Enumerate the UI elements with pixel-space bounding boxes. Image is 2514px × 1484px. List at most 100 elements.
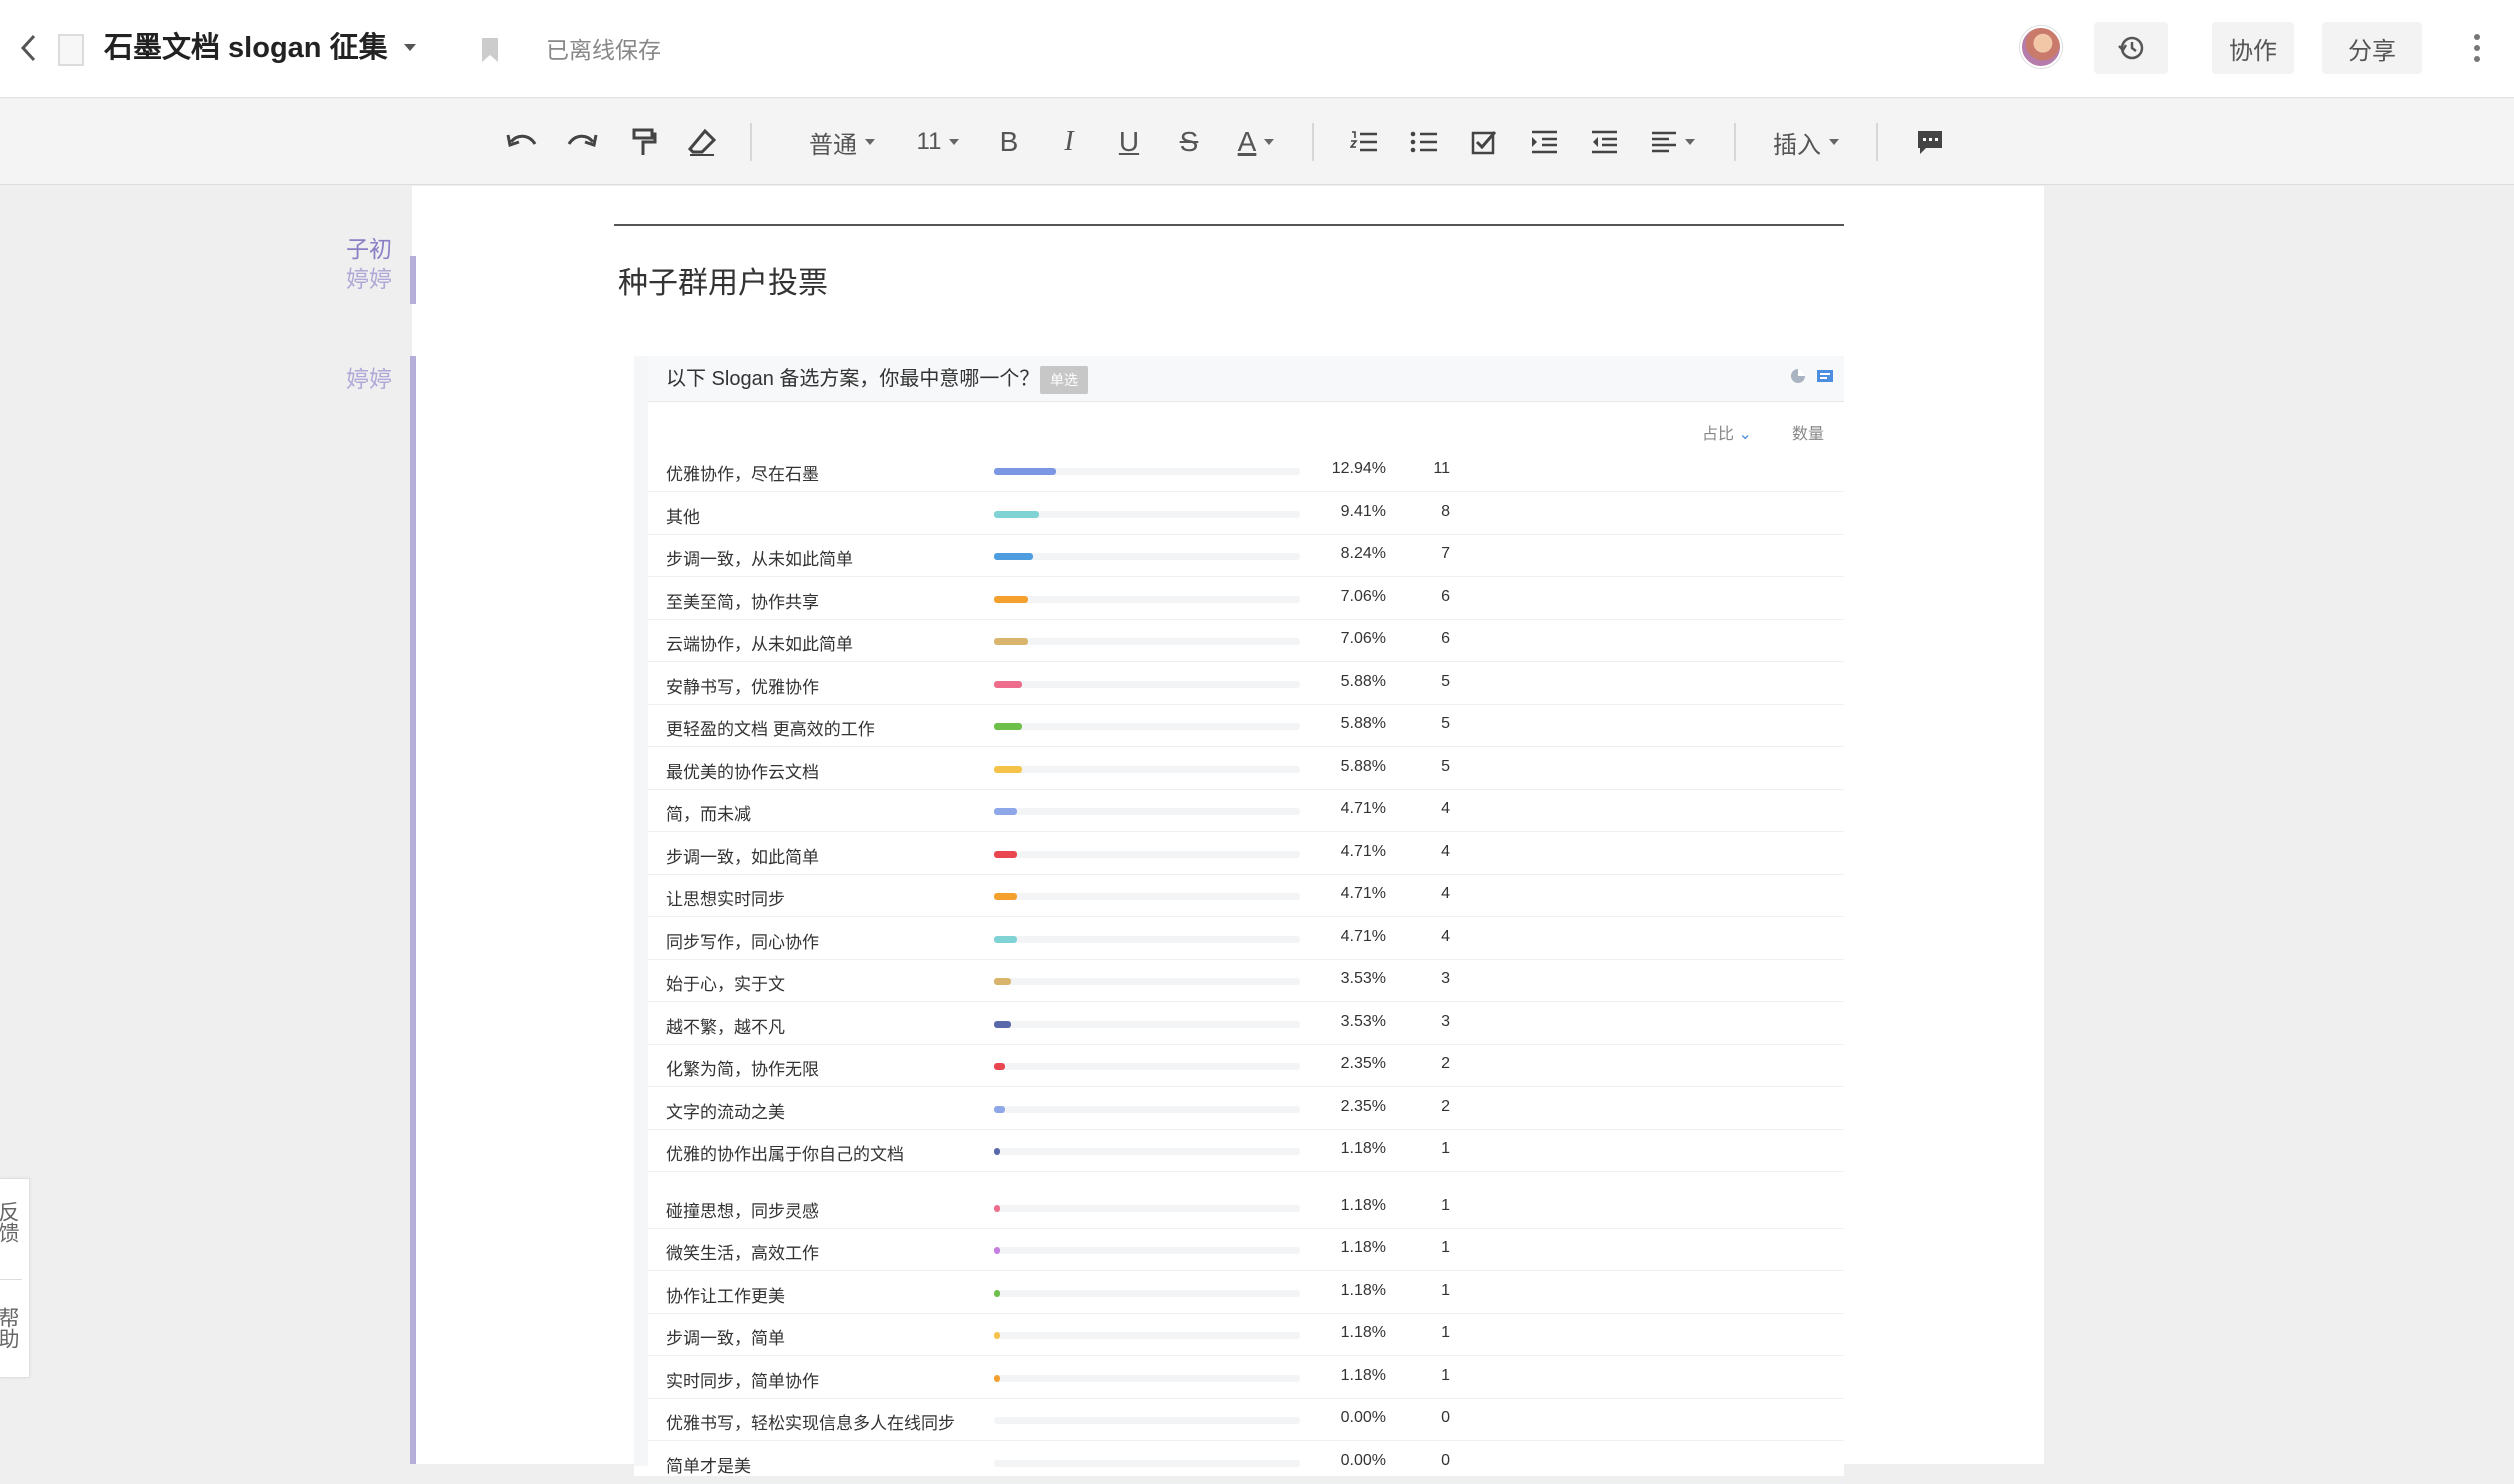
poll-option-label: 越不繁，越不凡 <box>666 1017 785 1037</box>
poll-option-row[interactable]: 步调一致，简单 1.18% 1 <box>648 1314 1844 1356</box>
paragraph-style-label: 普通 <box>809 131 857 159</box>
more-options-icon[interactable] <box>2462 28 2492 68</box>
poll-option-bar <box>994 935 1017 943</box>
section-heading[interactable]: 种子群用户投票 <box>618 258 828 302</box>
pie-chart-icon[interactable] <box>1790 368 1806 384</box>
poll-option-row[interactable]: 更轻盈的文档 更高效的工作 5.88% 5 <box>648 705 1844 747</box>
font-size-select[interactable]: 11 <box>908 121 968 163</box>
underline-icon[interactable]: U <box>1112 121 1146 163</box>
poll-option-row[interactable]: 让思想实时同步 4.71% 4 <box>648 875 1844 917</box>
poll-option-row[interactable]: 云端协作，从未如此简单 7.06% 6 <box>648 620 1844 662</box>
poll-option-label: 简，而未减 <box>666 805 751 824</box>
italic-icon[interactable]: I <box>1052 121 1086 163</box>
toolbar-divider <box>1312 123 1314 161</box>
poll-option-row[interactable]: 越不繁，越不凡 3.53% 3 <box>648 1003 1844 1045</box>
comment-author[interactable]: 婷婷 <box>212 264 392 294</box>
poll-option-count: 3 <box>1441 970 1450 987</box>
comment-icon[interactable] <box>1912 121 1948 163</box>
indent-icon[interactable] <box>1526 121 1562 163</box>
poll-option-row[interactable]: 协作让工作更美 1.18% 1 <box>648 1272 1844 1314</box>
comment-author[interactable]: 婷婷 <box>212 364 392 394</box>
document-page[interactable]: 种子群用户投票 以下 Slogan 备选方案，你最中意哪一个？ 单选 占比 ⌄ … <box>412 186 2044 1484</box>
poll-option-row[interactable]: 化繁为简，协作无限 2.35% 2 <box>648 1045 1844 1087</box>
poll-left-strip <box>634 356 648 1466</box>
poll-option-row[interactable]: 微笑生活，高效工作 1.18% 1 <box>648 1229 1844 1271</box>
poll-header: 以下 Slogan 备选方案，你最中意哪一个？ 单选 <box>648 356 1844 402</box>
poll-option-bar <box>994 510 1040 518</box>
poll-option-row[interactable]: 始于心，实于文 3.53% 3 <box>648 960 1844 1002</box>
poll-option-count: 7 <box>1441 545 1450 562</box>
poll-option-label: 简单才是美 <box>666 1456 751 1476</box>
ordered-list-icon[interactable] <box>1346 121 1382 163</box>
strikethrough-icon[interactable]: S <box>1172 121 1206 163</box>
poll-option-bar <box>994 680 1023 688</box>
poll-option-row[interactable]: 优雅协作，尽在石墨 12.94% 11 <box>648 450 1844 492</box>
poll-option-label: 同步写作，同心协作 <box>666 932 819 952</box>
poll-option-row[interactable]: 至美至简，协作共享 7.06% 6 <box>648 578 1844 620</box>
poll-option-count: 1 <box>1441 1196 1450 1214</box>
bookmark-icon[interactable] <box>478 34 502 66</box>
poll-option-row[interactable]: 简单才是美 0.00% 0 <box>648 1442 1844 1484</box>
percentage-column-label: 占比 <box>1702 426 1735 443</box>
poll-option-row[interactable]: 安静书写，优雅协作 5.88% 5 <box>648 663 1844 705</box>
title-dropdown-icon[interactable] <box>398 36 422 60</box>
feedback-tab[interactable]: 反馈 帮助 <box>0 1178 30 1378</box>
comment-author[interactable]: 子初 <box>212 234 392 264</box>
checklist-icon[interactable] <box>1466 121 1502 163</box>
clear-format-icon[interactable] <box>684 121 720 163</box>
text-color-icon[interactable]: A <box>1232 121 1280 163</box>
poll-option-label: 步调一致，简单 <box>666 1329 785 1348</box>
poll-option-row[interactable]: 优雅的协作出属于你自己的文档 1.18% 1 <box>648 1130 1844 1172</box>
help-link[interactable]: 帮助 <box>0 1297 22 1359</box>
comment-marker[interactable] <box>410 356 416 1464</box>
paragraph-style-select[interactable]: 普通 <box>796 121 888 163</box>
document-title[interactable]: 石墨文档 slogan 征集 <box>104 26 388 70</box>
poll-option-label: 步调一致，从未如此简单 <box>666 550 853 569</box>
align-select[interactable] <box>1646 121 1700 163</box>
poll-option-bar <box>994 1374 1000 1382</box>
poll-option-count: 6 <box>1441 587 1450 605</box>
poll-option-bar <box>994 1020 1011 1028</box>
poll-option-row[interactable]: 实时同步，简单协作 1.18% 1 <box>648 1357 1844 1399</box>
format-painter-icon[interactable] <box>626 121 662 163</box>
poll-option-bar-track <box>994 723 1300 730</box>
outdent-icon[interactable] <box>1586 121 1622 163</box>
redo-icon[interactable] <box>562 121 602 163</box>
insert-menu[interactable]: 插入 <box>1766 121 1846 163</box>
poll-option-bar-track <box>994 468 1300 475</box>
poll-option-row[interactable]: 碰撞思想，同步灵感 1.18% 1 <box>648 1187 1844 1229</box>
poll-option-label: 碰撞思想，同步灵感 <box>666 1201 819 1221</box>
bold-icon[interactable]: B <box>992 121 1026 163</box>
poll-option-count: 2 <box>1441 1097 1450 1115</box>
poll-option-row[interactable]: 步调一致，从未如此简单 8.24% 7 <box>648 535 1844 577</box>
feedback-link[interactable]: 反馈 <box>0 1191 22 1253</box>
poll-option-row[interactable]: 文字的流动之美 2.35% 2 <box>648 1088 1844 1130</box>
undo-icon[interactable] <box>502 121 542 163</box>
poll-option-row[interactable]: 最优美的协作云文档 5.88% 5 <box>648 748 1844 790</box>
poll-option-row[interactable]: 同步写作，同心协作 4.71% 4 <box>648 918 1844 960</box>
poll-option-bar <box>994 978 1011 985</box>
back-arrow-icon[interactable] <box>14 28 44 68</box>
chevron-down-icon <box>1264 139 1275 145</box>
poll-option-row[interactable]: 优雅书写，轻松实现信息多人在线同步 0.00% 0 <box>648 1399 1844 1441</box>
poll-option-row[interactable]: 简，而未减 4.71% 4 <box>648 790 1844 832</box>
poll-option-count: 5 <box>1441 715 1450 732</box>
share-button[interactable]: 分享 <box>2322 22 2422 74</box>
comment-marker[interactable] <box>410 256 416 304</box>
poll-option-bar <box>994 765 1023 773</box>
poll-option-count: 4 <box>1441 800 1450 817</box>
poll-option-bar-track <box>994 1063 1300 1070</box>
user-avatar[interactable] <box>2020 26 2062 68</box>
percentage-column-header[interactable]: 占比 ⌄ <box>1702 420 1752 444</box>
poll-option-row[interactable]: 其他 9.41% 8 <box>648 493 1844 535</box>
chevron-down-icon <box>1829 139 1839 145</box>
poll-option-count: 1 <box>1441 1366 1450 1384</box>
poll-option-count: 1 <box>1441 1239 1450 1256</box>
collaborate-button[interactable]: 协作 <box>2212 22 2294 74</box>
history-button[interactable] <box>2094 22 2168 74</box>
bar-chart-icon[interactable] <box>1816 368 1834 384</box>
bullet-list-icon[interactable] <box>1406 121 1442 163</box>
poll-option-row[interactable]: 步调一致，如此简单 4.71% 4 <box>648 833 1844 875</box>
poll-option-bar-track <box>994 638 1300 645</box>
align-left-icon <box>1652 131 1676 153</box>
